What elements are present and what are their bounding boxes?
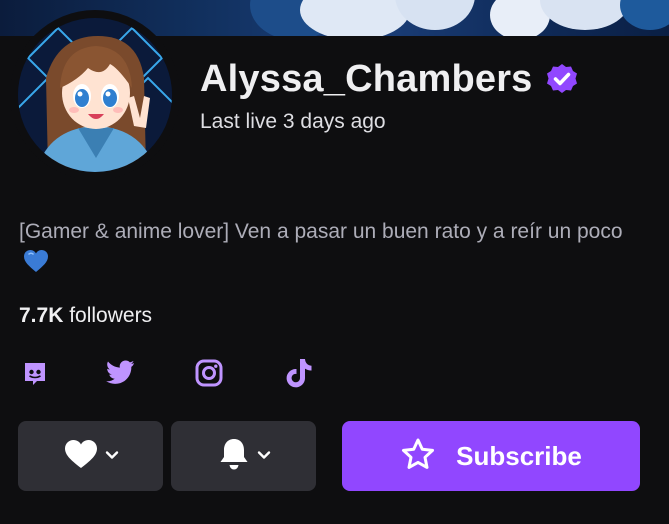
notifications-button[interactable] xyxy=(171,421,316,491)
tiktok-link[interactable] xyxy=(282,358,316,392)
bio-text: [Gamer & anime lover] Ven a pasar un bue… xyxy=(19,220,623,243)
subscribe-button[interactable]: Subscribe xyxy=(342,421,640,491)
star-icon xyxy=(400,437,436,476)
follow-button[interactable] xyxy=(18,421,163,491)
instagram-link[interactable] xyxy=(192,358,226,392)
discord-link[interactable] xyxy=(18,358,52,392)
channel-name-row: Alyssa_Chambers xyxy=(200,56,579,102)
twitter-link[interactable] xyxy=(104,358,138,392)
verified-badge-icon xyxy=(545,62,579,96)
last-live-status: Last live 3 days ago xyxy=(200,110,386,133)
chevron-down-icon xyxy=(105,447,119,465)
blue-heart-icon xyxy=(23,249,49,273)
channel-name[interactable]: Alyssa_Chambers xyxy=(200,58,533,101)
subscribe-label: Subscribe xyxy=(456,440,582,471)
followers-label: followers xyxy=(63,304,153,327)
heart-icon xyxy=(63,438,99,475)
instagram-icon xyxy=(194,358,224,393)
chevron-down-icon xyxy=(257,447,271,465)
avatar[interactable] xyxy=(10,10,180,180)
avatar-image xyxy=(18,18,172,172)
bell-icon xyxy=(217,436,251,477)
followers-count[interactable]: 7.7K followers xyxy=(19,304,152,328)
discord-icon xyxy=(21,359,49,392)
followers-number: 7.7K xyxy=(19,304,64,327)
tiktok-icon xyxy=(284,357,314,394)
channel-bio: [Gamer & anime lover] Ven a pasar un bue… xyxy=(19,216,639,278)
twitter-icon xyxy=(106,359,136,391)
social-links xyxy=(0,358,669,394)
